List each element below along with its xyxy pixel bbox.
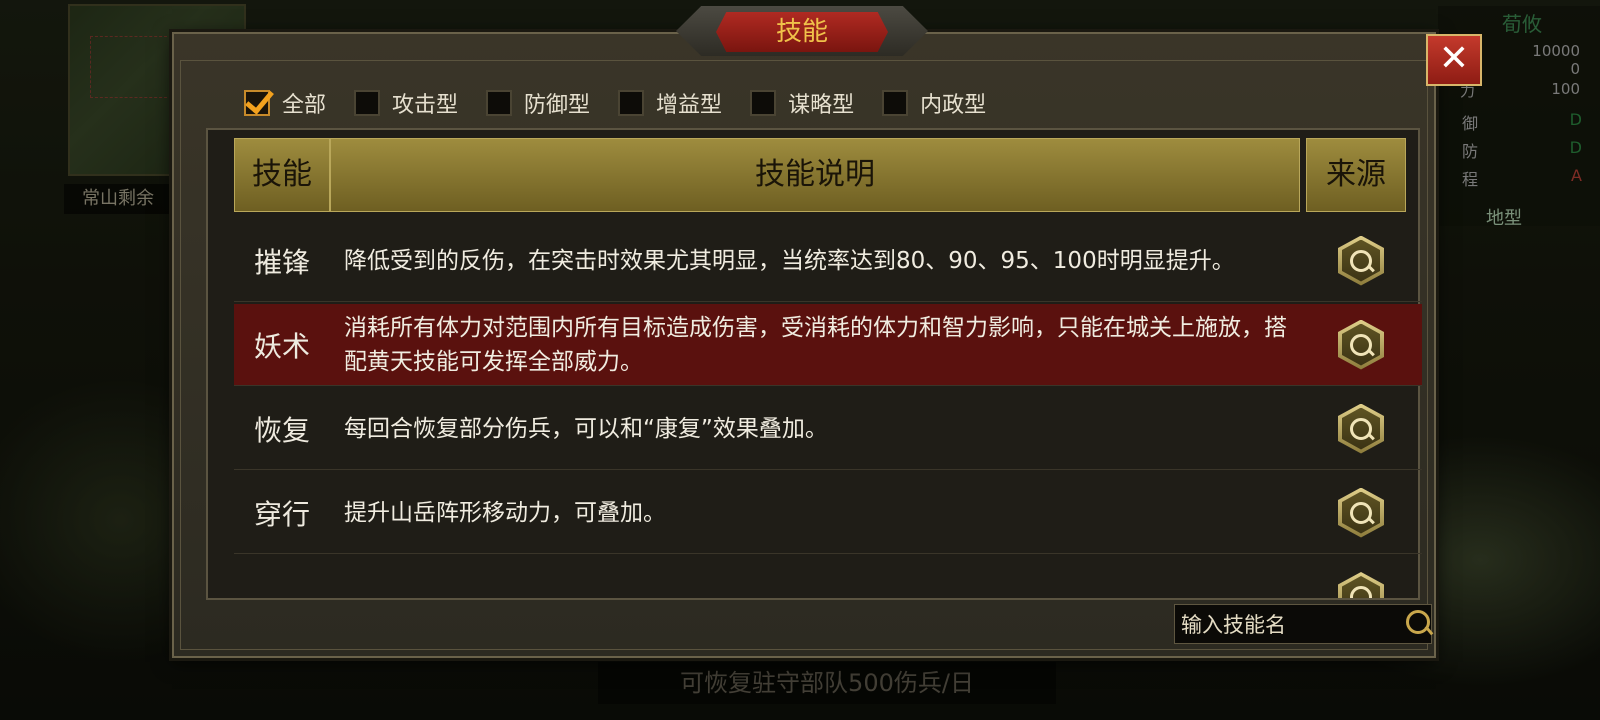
magnifier-icon [1350, 249, 1372, 272]
skill-name: 摧锋 [253, 245, 310, 279]
magnifier-icon [1350, 586, 1372, 598]
source-search-button[interactable] [1338, 235, 1384, 286]
source-search-button[interactable] [1338, 487, 1384, 538]
checkbox-icon[interactable] [750, 90, 777, 116]
magnifier-icon [1350, 417, 1372, 440]
filter-attack[interactable]: 攻击型 [354, 87, 458, 119]
skill-name: 穿行 [253, 497, 310, 531]
source-search-button[interactable] [1338, 572, 1384, 598]
filter-label: 攻击型 [392, 93, 459, 118]
skill-description: 降低受到的反伤，在突击时效果尤其明显，当统率达到80、90、95、100时明显提… [344, 247, 1235, 274]
magnifier-icon [1350, 501, 1372, 524]
dialog-title: 技能 [716, 12, 888, 52]
skill-description: 消耗所有体力对范围内所有目标造成伤害，受消耗的体力和智力影响，只能在城关上施放，… [344, 314, 1287, 375]
checkbox-icon[interactable] [486, 90, 513, 116]
header-description: 技能说明 [330, 138, 1300, 212]
header-source: 来源 [1306, 138, 1406, 212]
filter-label: 内政型 [920, 93, 987, 118]
skill-type-filters: 全部 攻击型 防御型 增益型 谋略型 内政型 [244, 86, 1014, 120]
filter-defense[interactable]: 防御型 [486, 87, 590, 119]
skill-name: 妖术 [253, 329, 310, 363]
checkbox-icon[interactable] [618, 90, 645, 116]
filter-all[interactable]: 全部 [244, 87, 326, 119]
source-search-button[interactable] [1338, 319, 1384, 370]
skill-search-input[interactable] [1179, 607, 1393, 643]
filter-strategy[interactable]: 谋略型 [750, 87, 854, 119]
table-row[interactable]: 妖术 消耗所有体力对范围内所有目标造成伤害，受消耗的体力和智力影响，只能在城关上… [234, 304, 1422, 386]
filter-label: 谋略型 [788, 93, 855, 118]
source-search-button[interactable] [1338, 403, 1384, 454]
skill-search-box[interactable] [1174, 604, 1432, 644]
checkbox-icon[interactable] [882, 90, 909, 116]
search-icon[interactable] [1406, 610, 1430, 634]
skill-description: 提升山岳阵形移动力，可叠加。 [344, 499, 666, 526]
filter-label: 全部 [282, 93, 327, 118]
skills-list[interactable]: 摧锋 降低受到的反伤，在突击时效果尤其明显，当统率达到80、90、95、100时… [234, 220, 1422, 598]
table-row-partial[interactable] [234, 556, 1422, 598]
magnifier-icon [1350, 333, 1372, 356]
filter-buff[interactable]: 增益型 [618, 87, 722, 119]
header-skill: 技能 [234, 138, 330, 212]
table-row[interactable]: 穿行 提升山岳阵形移动力，可叠加。 [234, 472, 1422, 554]
filter-label: 增益型 [656, 93, 723, 118]
close-button[interactable]: ✕ [1426, 34, 1482, 86]
skill-description: 每回合恢复部分伤兵，可以和“康复”效果叠加。 [344, 415, 828, 442]
checkbox-icon[interactable] [244, 90, 270, 116]
skill-name: 恢复 [253, 413, 310, 447]
table-row[interactable]: 恢复 每回合恢复部分伤兵，可以和“康复”效果叠加。 [234, 388, 1422, 470]
filter-label: 防御型 [524, 93, 591, 118]
filter-domestic[interactable]: 内政型 [882, 87, 986, 119]
table-row[interactable]: 摧锋 降低受到的反伤，在突击时效果尤其明显，当统率达到80、90、95、100时… [234, 220, 1422, 302]
checkbox-icon[interactable] [354, 90, 381, 116]
table-header: 技能 技能说明 来源 [234, 138, 1422, 212]
